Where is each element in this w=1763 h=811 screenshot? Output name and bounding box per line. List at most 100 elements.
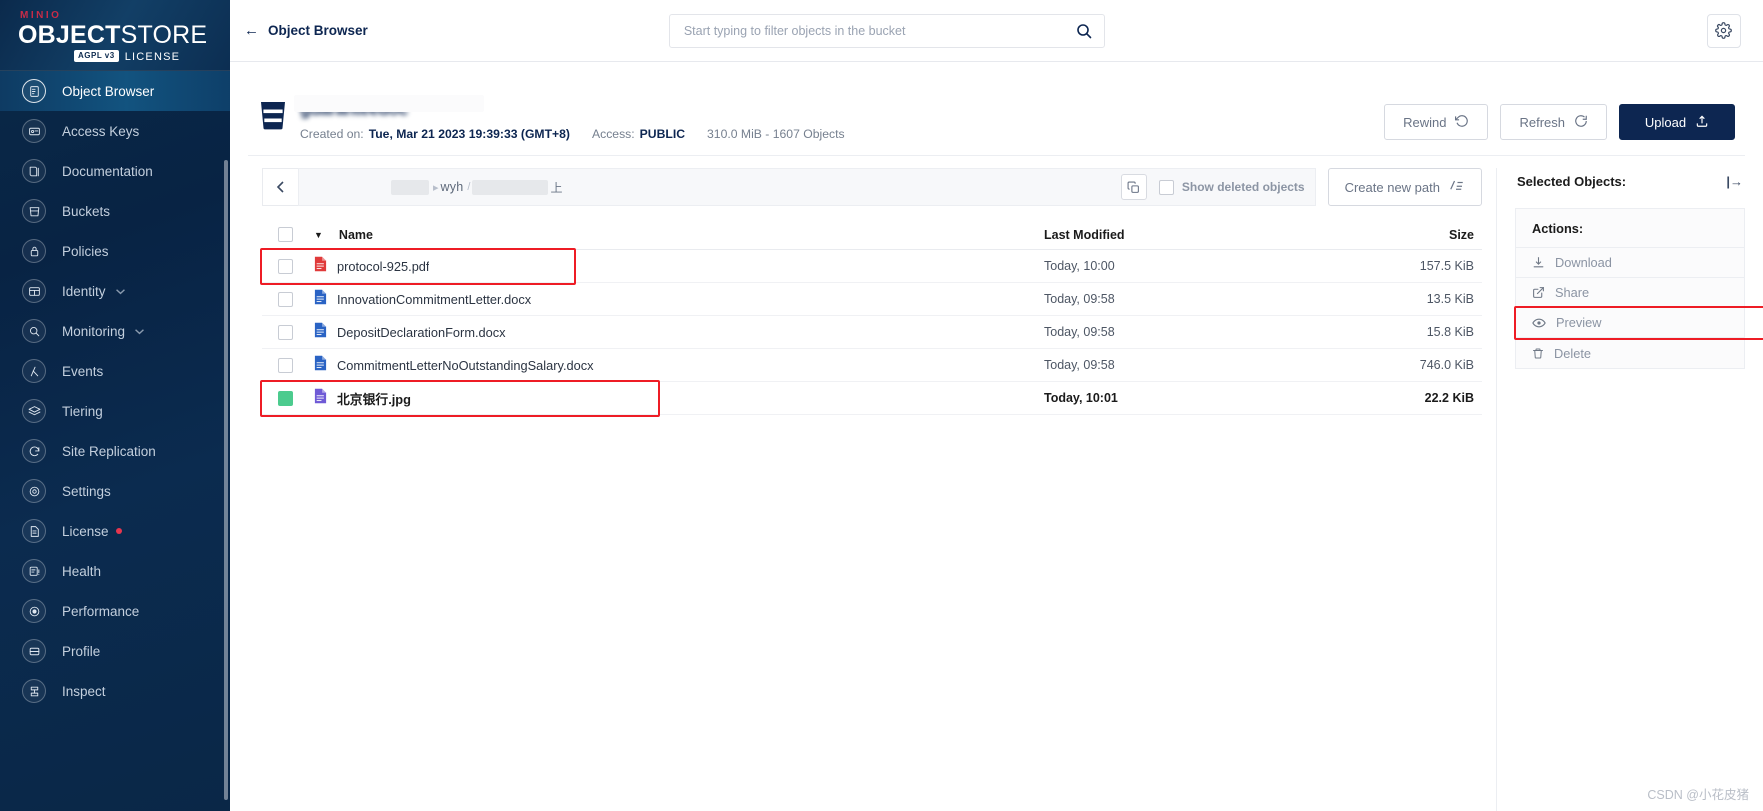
license-alert-dot: [115, 528, 122, 534]
sidebar-item-buckets[interactable]: Buckets: [0, 191, 230, 231]
search-icon[interactable]: [1076, 23, 1092, 39]
sidebar-item-label: Access Keys: [62, 123, 140, 139]
row-name-cell[interactable]: CommitmentLetterNoOutstandingSalary.docx: [310, 355, 1044, 376]
row-checkbox[interactable]: [278, 324, 293, 340]
agpl-badge: AGPL v3: [74, 50, 119, 62]
sidebar-item-performance[interactable]: Performance: [0, 591, 230, 631]
action-preview[interactable]: Preview: [1516, 308, 1744, 338]
identity-icon: [22, 279, 46, 303]
bucket-size-objects: 310.0 MiB - 1607 Objects: [707, 127, 845, 141]
row-checkbox[interactable]: [278, 357, 293, 373]
path-bar: ▸ wyh / 上 Show deleted objects Create ne…: [262, 168, 1482, 206]
sidebar-item-label: Events: [62, 363, 104, 379]
action-share[interactable]: Share: [1516, 278, 1744, 308]
refresh-button[interactable]: Refresh: [1500, 104, 1607, 140]
create-new-path-button[interactable]: Create new path: [1327, 168, 1482, 206]
table-row[interactable]: 北京银行.jpg Today, 10:01 22.2 KiB: [260, 380, 1482, 417]
upload-label: Upload: [1644, 114, 1687, 130]
sidebar-item-documentation[interactable]: Documentation: [0, 151, 230, 191]
site-replication-icon: [22, 439, 46, 463]
path-back-button[interactable]: [262, 168, 298, 206]
sidebar-item-access-keys[interactable]: Access Keys: [0, 111, 230, 151]
inspect-icon: [22, 679, 46, 703]
sidebar-item-label: Site Replication: [62, 443, 156, 459]
sidebar-item-label: Identity: [62, 283, 106, 299]
sidebar-item-label: Performance: [62, 603, 140, 619]
column-header-name[interactable]: ▼ Name: [310, 228, 1044, 242]
rewind-button[interactable]: Rewind: [1384, 104, 1489, 140]
sidebar-item-license[interactable]: License: [0, 511, 230, 551]
sidebar: MINIO OBJECTSTORE AGPL v3 LICENSE Object…: [0, 0, 230, 811]
action-download[interactable]: Download: [1516, 248, 1744, 278]
actions-list: Download Share Preview Delete: [1514, 248, 1763, 368]
new-path-icon: [1450, 179, 1465, 195]
row-name-cell[interactable]: InnovationCommitmentLetter.docx: [310, 289, 1044, 310]
sidebar-item-monitoring[interactable]: Monitoring: [0, 311, 230, 351]
row-select-cell[interactable]: [262, 258, 310, 274]
show-deleted-objects-toggle[interactable]: Show deleted objects: [1158, 179, 1305, 195]
sidebar-item-events[interactable]: Events: [0, 351, 230, 391]
action-delete[interactable]: Delete: [1516, 338, 1744, 368]
sidebar-item-label: Monitoring: [62, 323, 126, 339]
column-header-last-modified[interactable]: Last Modified: [1044, 228, 1362, 242]
select-all-cell[interactable]: [262, 227, 310, 242]
sidebar-item-settings[interactable]: Settings: [0, 471, 230, 511]
row-select-cell[interactable]: [262, 357, 310, 373]
collapse-panel-icon[interactable]: |→: [1726, 174, 1743, 189]
table-row[interactable]: InnovationCommitmentLetter.docx Today, 09…: [262, 283, 1482, 316]
row-checkbox[interactable]: [278, 390, 293, 406]
row-size: 15.8 KiB: [1426, 325, 1474, 339]
sidebar-item-site-replication[interactable]: Site Replication: [0, 431, 230, 471]
back-arrow-icon[interactable]: ←: [244, 23, 259, 38]
settings-gear-button[interactable]: [1706, 13, 1741, 48]
sidebar-item-health[interactable]: Health: [0, 551, 230, 591]
file-type-icon: [314, 388, 327, 409]
file-type-icon: [314, 355, 327, 376]
column-header-size[interactable]: Size: [1362, 228, 1482, 242]
table-row[interactable]: DepositDeclarationForm.docx Today, 09:58 1…: [262, 316, 1482, 349]
select-all-checkbox[interactable]: [278, 227, 293, 242]
sidebar-item-label: Documentation: [62, 163, 153, 179]
show-deleted-checkbox[interactable]: [1158, 179, 1174, 195]
action-label: Delete: [1554, 345, 1591, 361]
sidebar-item-inspect[interactable]: Inspect: [0, 671, 230, 711]
sidebar-item-tiering[interactable]: Tiering: [0, 391, 230, 431]
sidebar-item-policies[interactable]: Policies: [0, 231, 230, 271]
sidebar-item-profile[interactable]: Profile: [0, 631, 230, 671]
breadcrumb-redaction-2: [472, 179, 549, 195]
copy-path-button[interactable]: [1120, 174, 1147, 200]
table-header-row: ▼ Name Last Modified Size: [262, 220, 1482, 250]
buckets-icon: [22, 199, 46, 223]
object-filter-search[interactable]: [668, 13, 1105, 48]
table-row[interactable]: CommitmentLetterNoOutstandingSalary.docx…: [262, 349, 1482, 382]
chevron-down-icon[interactable]: [134, 328, 145, 335]
access-value: PUBLIC: [639, 127, 686, 141]
row-last-modified: Today, 10:00: [1044, 259, 1115, 273]
breadcrumb-segment-visible[interactable]: wyh: [441, 180, 464, 194]
bucket-icon: [260, 100, 286, 135]
page-title: ← Object Browser: [244, 23, 368, 38]
object-list-pane: ▸ wyh / 上 Show deleted objects Create ne…: [248, 168, 1497, 811]
sidebar-scrollbar[interactable]: [224, 160, 228, 800]
search-input[interactable]: [681, 22, 1076, 39]
object-store-wordmark: OBJECTSTORE: [18, 22, 230, 49]
sidebar-item-identity[interactable]: Identity: [0, 271, 230, 311]
file-name: InnovationCommitmentLetter.docx: [337, 291, 532, 307]
row-checkbox[interactable]: [278, 258, 293, 274]
upload-button[interactable]: Upload: [1619, 104, 1735, 140]
bucket-name: guaranteedoc: [294, 95, 845, 120]
row-checkbox[interactable]: [278, 291, 293, 307]
table-row[interactable]: protocol-925.pdf Today, 10:00 157.5 KiB: [260, 248, 1482, 285]
chevron-down-icon[interactable]: [115, 288, 126, 295]
top-bar: ← Object Browser: [230, 0, 1763, 62]
row-select-cell[interactable]: [262, 390, 310, 406]
breadcrumb[interactable]: ▸ wyh / 上 Show deleted objects: [298, 168, 1316, 206]
row-name-cell[interactable]: 北京银行.jpg: [310, 388, 1044, 409]
row-select-cell[interactable]: [262, 324, 310, 340]
column-header-name-label: Name: [338, 227, 373, 242]
row-name-cell[interactable]: DepositDeclarationForm.docx: [310, 322, 1044, 343]
row-name-cell[interactable]: protocol-925.pdf: [310, 256, 1044, 277]
sidebar-item-object-browser[interactable]: Object Browser: [0, 71, 230, 111]
row-select-cell[interactable]: [262, 291, 310, 307]
settings-icon: [22, 479, 46, 503]
